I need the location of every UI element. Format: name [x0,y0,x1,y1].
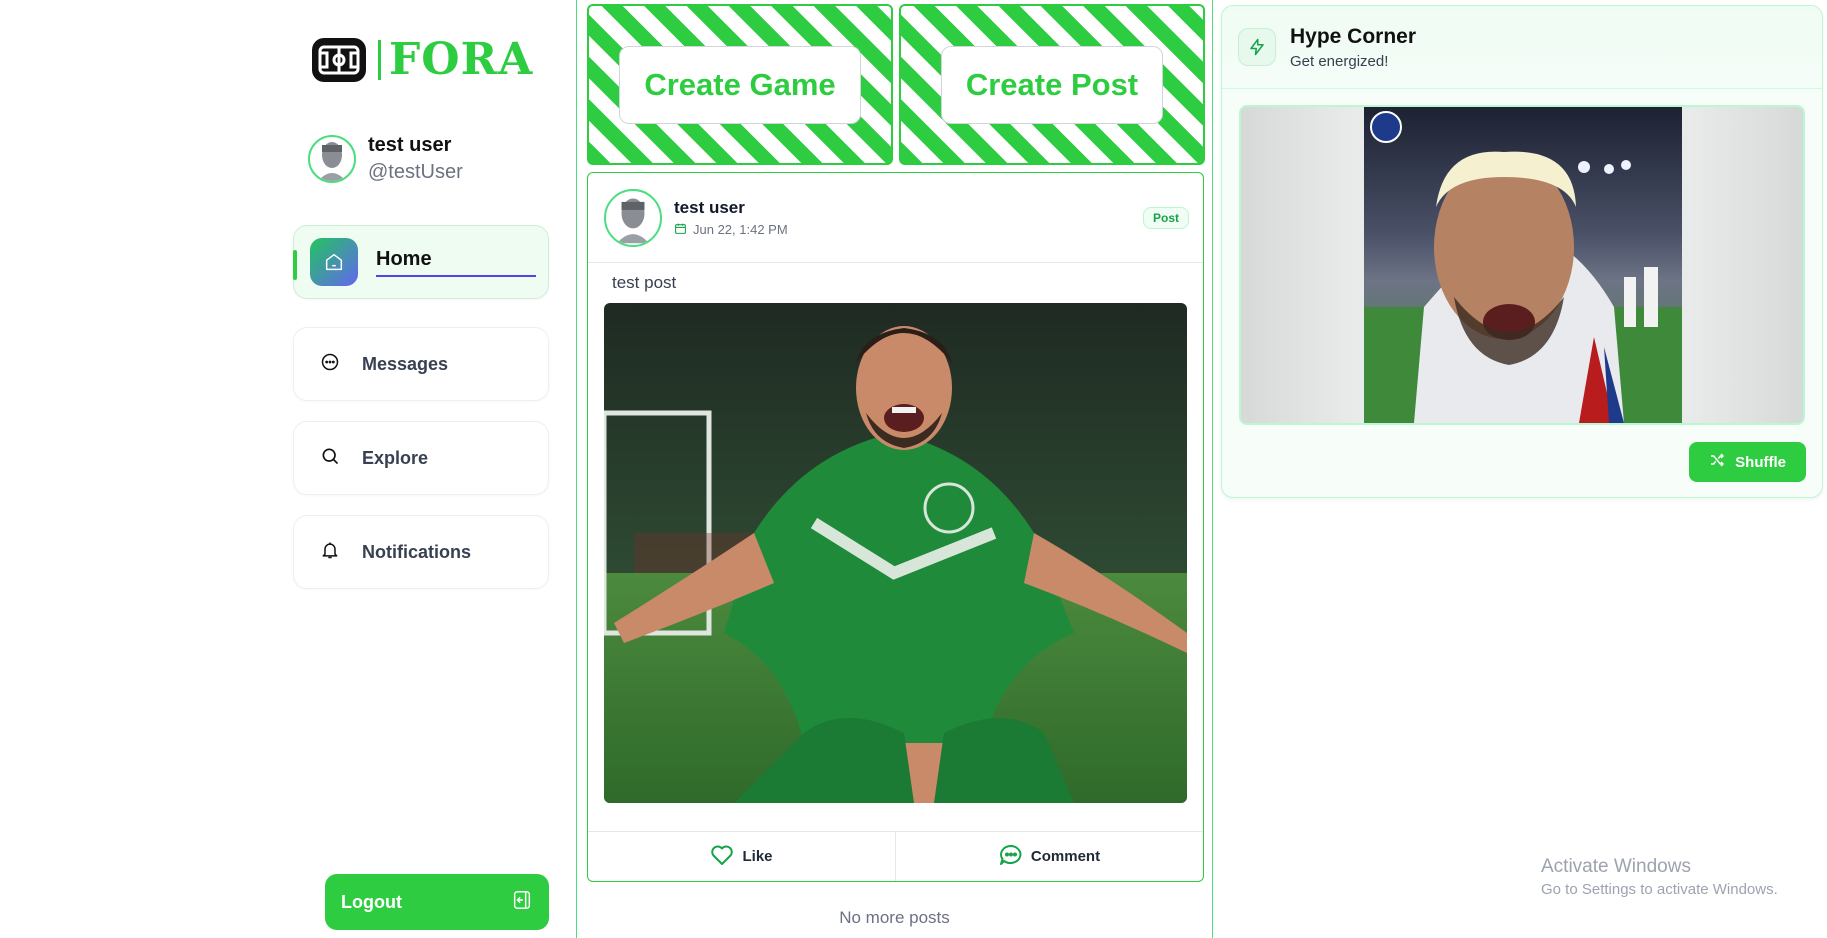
calendar-icon [674,222,687,238]
user-handle: @testUser [368,161,463,183]
video-frame [1364,107,1682,423]
windows-activation-watermark: Activate Windows Go to Settings to activ… [1541,856,1778,898]
logout-button[interactable]: Logout [325,874,549,930]
post-actions: Like Comment [588,831,1203,881]
logout-icon [511,889,533,916]
post-header: test user Jun 22, 1:42 PM Post [588,173,1203,263]
user-name: test user [368,134,452,156]
soccer-field-icon [312,37,366,82]
feed-end-text: No more posts [839,908,950,927]
search-icon [320,446,340,471]
activate-title: Activate Windows [1541,856,1691,877]
avatar [308,135,356,183]
activate-subtitle: Go to Settings to activate Windows. [1541,881,1778,898]
shuffle-icon [1709,452,1725,472]
nav-item-label: Explore [362,447,429,468]
like-button[interactable]: Like [588,832,895,881]
create-post-button[interactable]: Create Post [940,45,1164,124]
post-date-text: Jun 22, 1:42 PM [693,222,788,237]
active-indicator [293,250,297,280]
bell-icon [320,540,340,565]
logo-divider [378,39,381,80]
comment-icon [999,844,1023,870]
lightning-icon [1238,28,1276,66]
heart-icon [710,844,734,870]
nav-item-label: Notifications [362,541,472,562]
home-icon [310,238,358,286]
brand-name: FORA [389,34,534,85]
post-author[interactable]: test user [674,198,788,218]
like-label: Like [742,848,773,865]
feed-column: Create Game Create Post test user Jun 22… [576,0,1213,938]
hype-video[interactable] [1239,105,1805,425]
hype-subtitle: Get energized! [1290,52,1389,70]
create-game-card[interactable]: Create Game [587,4,893,165]
nav-item-messages[interactable]: Messages [293,327,549,401]
create-game-button[interactable]: Create Game [619,45,861,124]
user-profile[interactable]: test user @testUser [308,134,463,184]
nav-item-label: Messages [362,353,449,374]
post-card: test user Jun 22, 1:42 PM Post test post [587,172,1204,882]
message-icon [320,352,340,377]
logout-label: Logout [341,891,402,912]
nav-item-label: Home [376,248,536,277]
hype-header: Hype Corner Get energized! [1222,6,1822,89]
nav-item-home[interactable]: Home [293,225,549,299]
hype-title: Hype Corner [1290,24,1417,48]
hype-corner-panel: Hype Corner Get energized! Shuffle [1221,5,1823,498]
comment-label: Comment [1030,848,1101,865]
post-text: test post [612,273,677,292]
shuffle-label: Shuffle [1735,453,1786,471]
brand-logo[interactable]: FORA [312,34,533,85]
shuffle-button[interactable]: Shuffle [1689,442,1806,482]
post-type-badge: Post [1142,207,1189,229]
post-image[interactable] [604,303,1187,803]
nav-item-notifications[interactable]: Notifications [293,515,549,589]
create-post-card[interactable]: Create Post [899,4,1205,165]
nav-item-explore[interactable]: Explore [293,421,549,495]
post-avatar[interactable] [604,188,662,247]
app-root: FORA test user @testUser Home Messages E… [0,0,1827,938]
post-date: Jun 22, 1:42 PM [674,222,788,238]
comment-button[interactable]: Comment [895,832,1203,881]
